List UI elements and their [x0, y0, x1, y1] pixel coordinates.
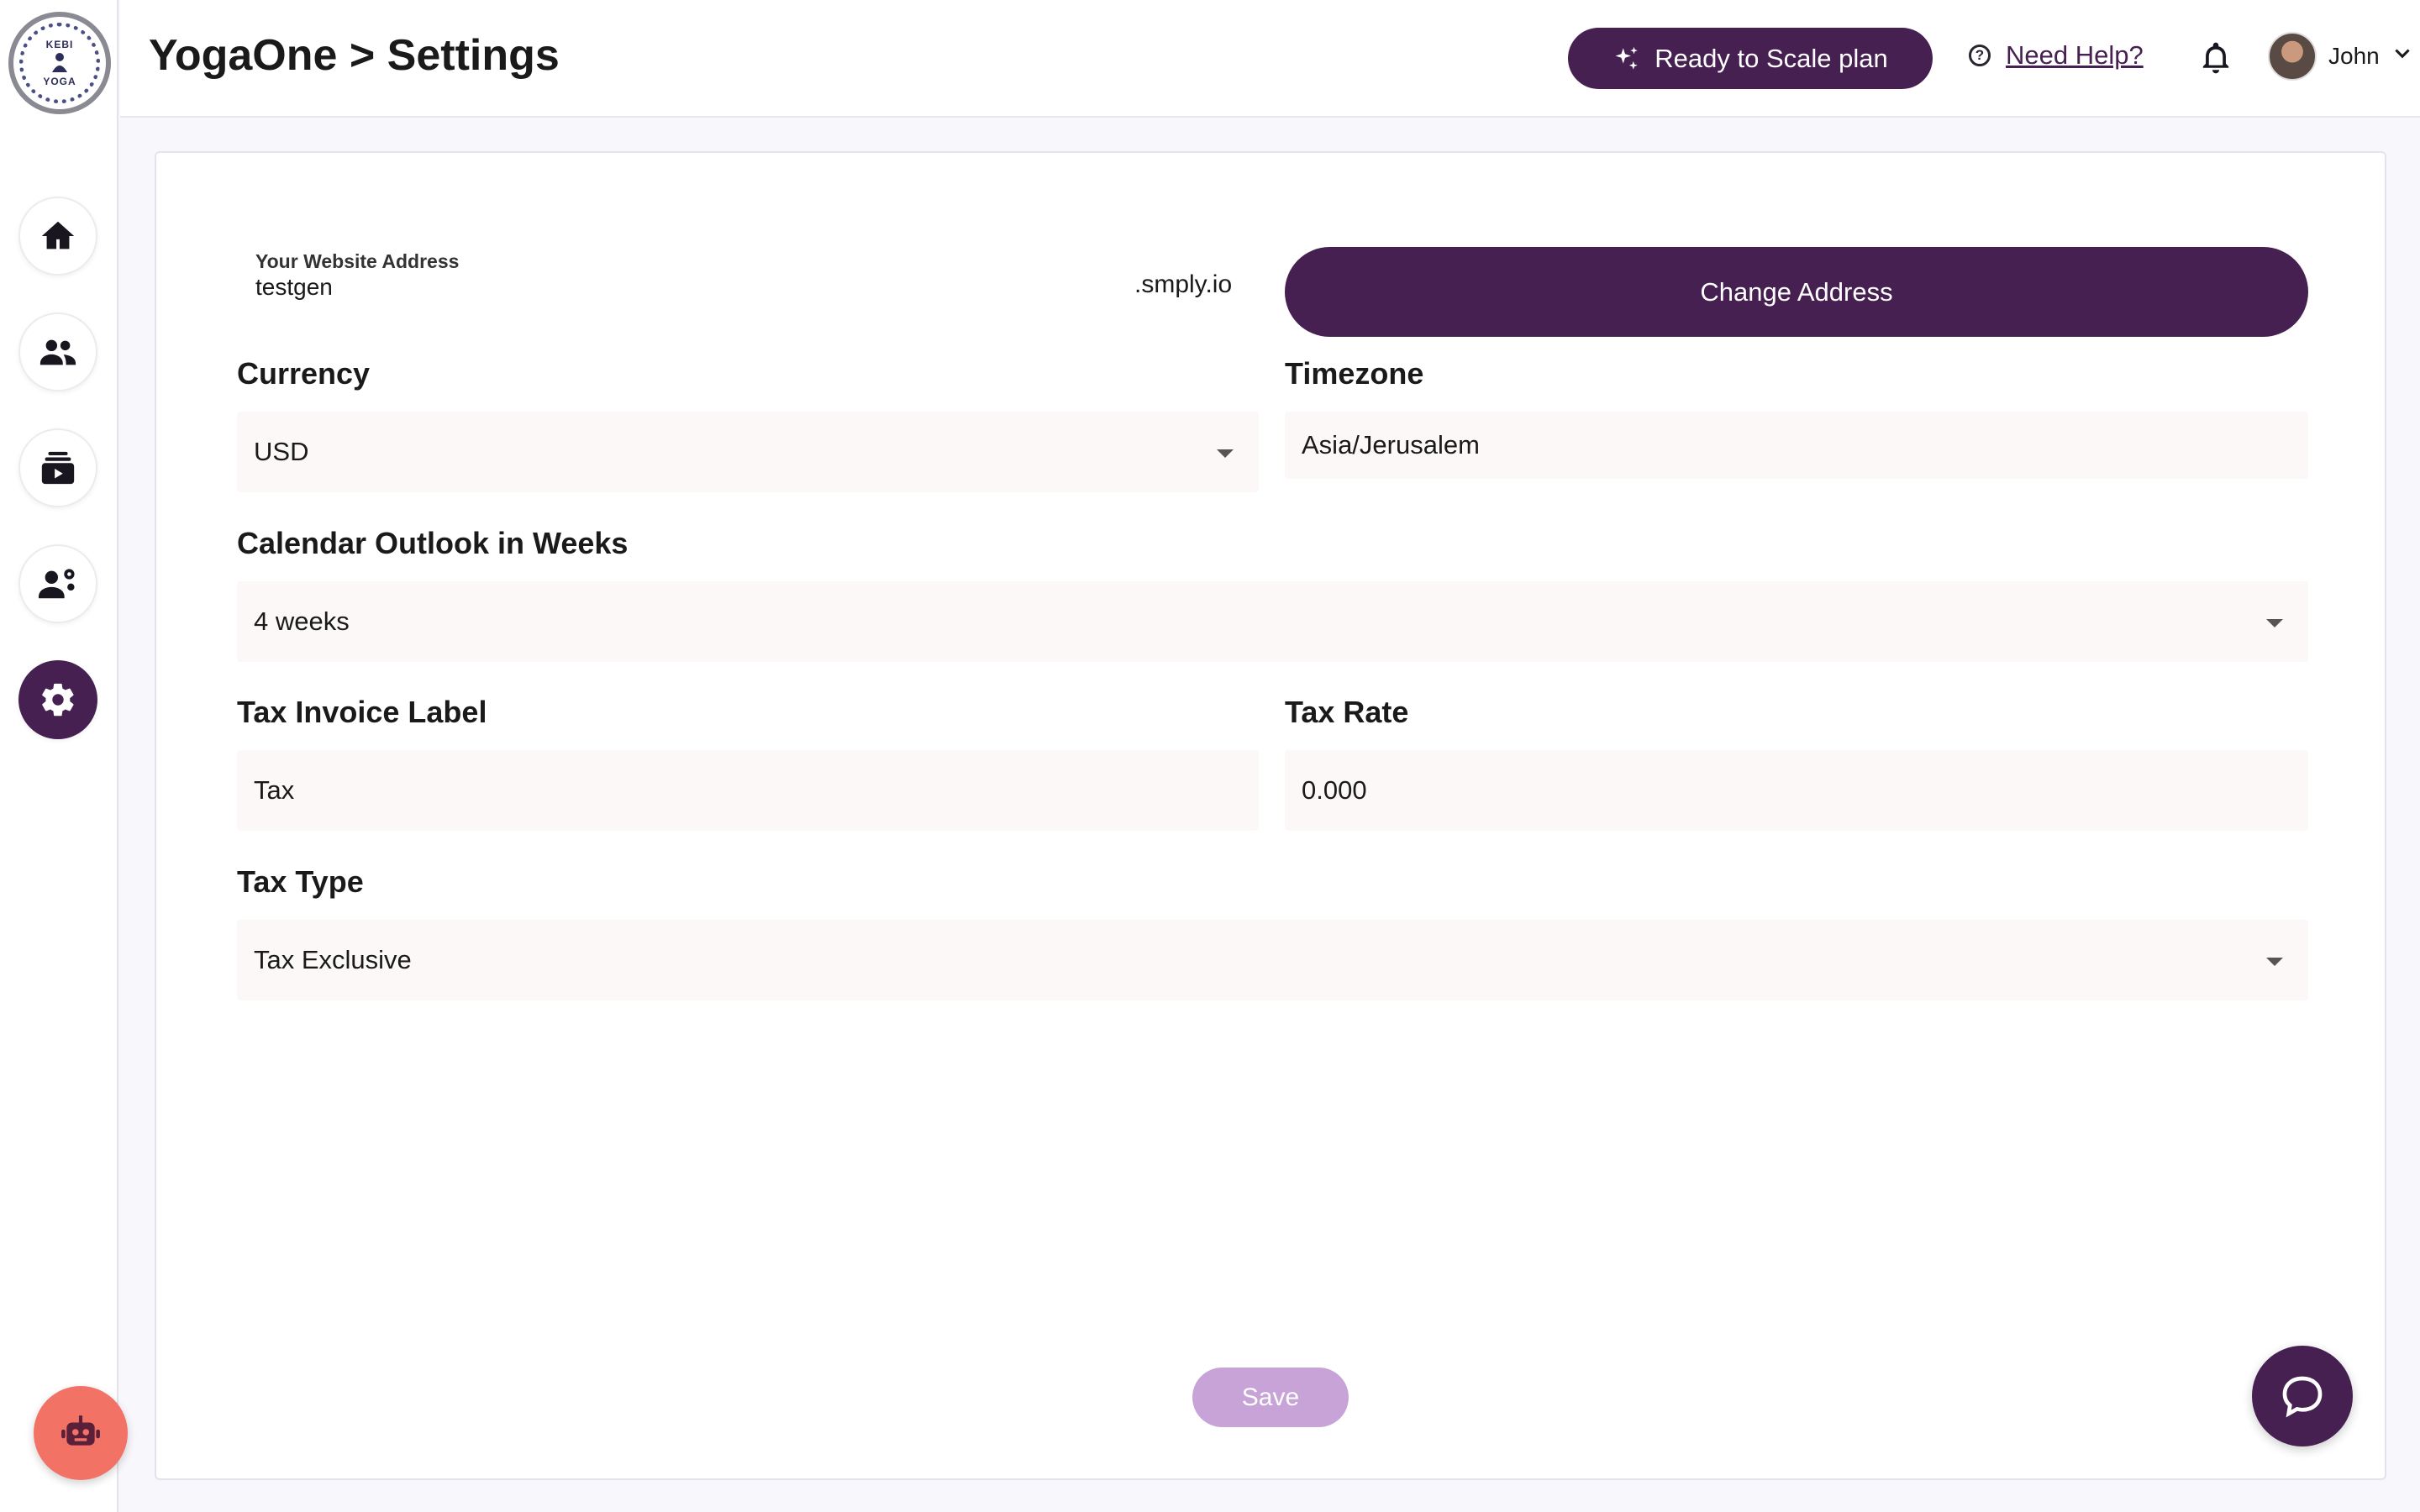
user-name: John [2328, 43, 2380, 69]
calendar-outlook-label: Calendar Outlook in Weeks [237, 526, 629, 560]
avatar [2268, 32, 2317, 81]
gear-icon [42, 683, 74, 717]
assistant-button[interactable] [34, 1386, 128, 1480]
tax-rate-input[interactable]: 0.000 [1285, 750, 2308, 831]
tax-type-select[interactable]: Tax Exclusive [237, 920, 2308, 1000]
bell-icon [2202, 42, 2229, 74]
user-menu[interactable]: John [2268, 32, 2413, 81]
robot-icon [61, 1415, 100, 1446]
sparkle-icon [1615, 46, 1639, 70]
calendar-outlook-value: 4 weeks [254, 606, 350, 636]
timezone-field[interactable]: Asia/Jerusalem [1285, 412, 2308, 479]
sidebar-item-home[interactable] [18, 197, 97, 276]
caret-down-icon [2266, 619, 2283, 627]
yogi-icon [52, 53, 67, 72]
caret-down-icon [2266, 958, 2283, 966]
tax-invoice-label-input[interactable]: Tax [237, 750, 1259, 831]
currency-select[interactable]: USD [237, 412, 1259, 492]
calendar-outlook-select[interactable]: 4 weeks [237, 581, 2308, 662]
need-help-link[interactable]: Need Help? [2006, 40, 2144, 71]
home-icon [41, 221, 75, 249]
chevron-down-icon [2391, 44, 2413, 70]
caret-down-icon [1217, 449, 1234, 458]
logo-badge: KEBI YOGA [19, 23, 100, 103]
logo-text-top: KEBI [45, 39, 74, 50]
timezone-label: Timezone [1285, 356, 1424, 391]
save-button[interactable]: Save [1192, 1368, 1349, 1427]
website-address-label: Your Website Address [255, 250, 460, 272]
sidebar-item-clients[interactable] [18, 312, 97, 391]
classes-icon [41, 451, 75, 485]
upgrade-plan-button[interactable]: Ready to Scale plan [1568, 28, 1933, 89]
page-title: YogaOne > Settings [149, 31, 560, 80]
chat-bubble-icon [2282, 1376, 2323, 1418]
sidebar-item-staff[interactable] [18, 544, 97, 623]
tax-invoice-label-label: Tax Invoice Label [237, 695, 487, 729]
timezone-value: Asia/Jerusalem [1302, 430, 1480, 459]
tax-invoice-label-value: Tax [254, 775, 295, 805]
settings-card: Your Website Address testgen .smply.io C… [155, 151, 2386, 1480]
staff-settings-icon [39, 569, 75, 599]
website-domain-suffix: .smply.io [1134, 270, 1233, 298]
tax-rate-label: Tax Rate [1285, 695, 1409, 729]
tax-type-value: Tax Exclusive [254, 945, 412, 974]
sidebar-item-classes[interactable] [18, 428, 97, 507]
help-link-group[interactable]: ? Need Help? [1969, 40, 2144, 71]
tax-rate-value: 0.000 [1302, 775, 1367, 805]
website-address-value: testgen [255, 274, 333, 300]
currency-label: Currency [237, 356, 371, 391]
studio-logo[interactable]: KEBI YOGA [8, 12, 111, 114]
sidebar: KEBI YOGA [0, 0, 118, 1512]
notifications-button[interactable] [2197, 39, 2234, 77]
tax-type-label: Tax Type [237, 864, 364, 899]
logo-text-bottom: YOGA [43, 76, 76, 87]
top-bar: YogaOne > Settings Ready to Scale plan ?… [120, 0, 2420, 118]
help-icon: ? [1969, 45, 1991, 66]
people-icon [39, 339, 76, 365]
upgrade-plan-label: Ready to Scale plan [1655, 43, 1888, 73]
currency-value: USD [254, 437, 309, 466]
change-address-button[interactable]: Change Address [1285, 247, 2308, 337]
sidebar-item-settings[interactable] [18, 660, 97, 739]
chat-support-button[interactable] [2252, 1346, 2353, 1446]
